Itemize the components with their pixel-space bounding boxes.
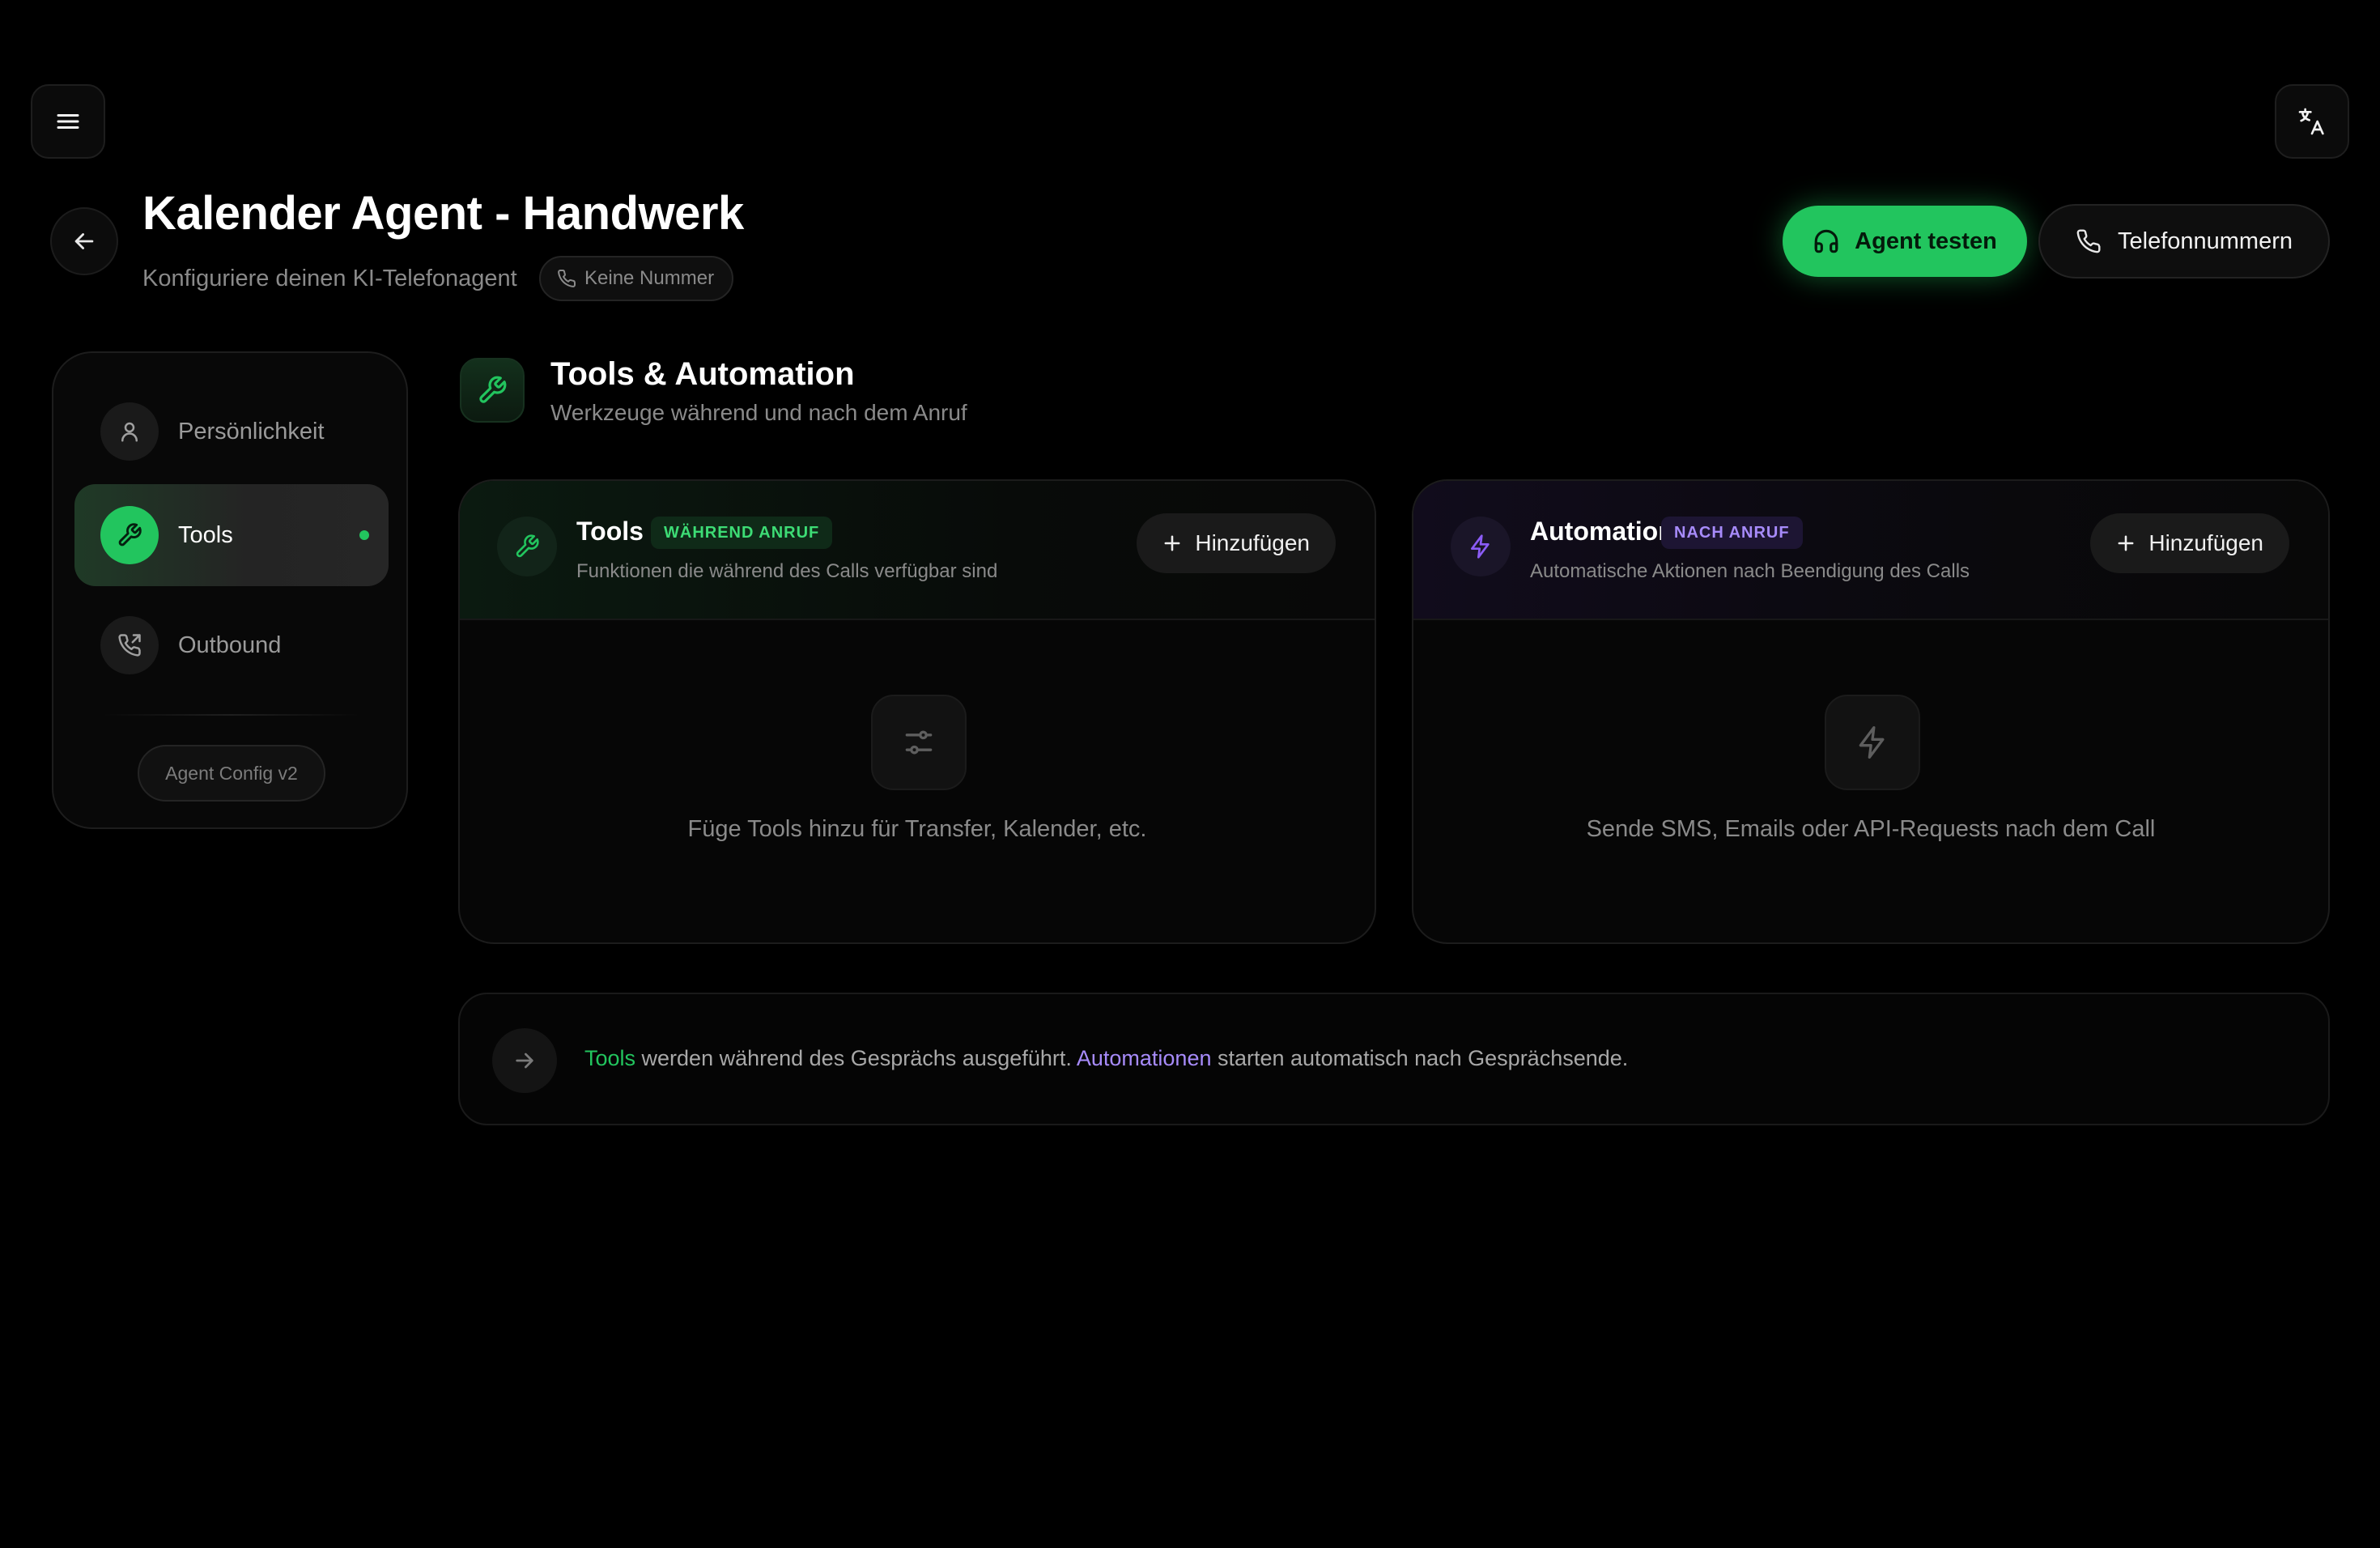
tools-card: Tools WÄHREND ANRUF Funktionen die währe… [458,479,1376,944]
active-indicator [359,530,369,540]
back-button[interactable] [50,207,118,275]
version-badge: Agent Config v2 [138,745,325,802]
menu-button[interactable] [31,84,105,159]
tools-card-title: Tools [576,517,644,546]
sidebar-item-outbound[interactable]: Outbound [74,594,389,696]
add-tool-label: Hinzufügen [1195,530,1310,555]
tools-card-header: Tools WÄHREND ANRUF Funktionen die währe… [460,481,1375,620]
sidebar-item-persoenlichkeit[interactable]: Persönlichkeit [74,381,389,483]
sidebar-item-tools[interactable]: Tools [74,484,389,586]
divider [102,714,361,716]
sliders-icon [871,695,967,790]
section-subtitle: Werkzeuge während und nach dem Anruf [550,400,967,425]
info-middle-text: werden während des Gesprächs ausgeführt. [635,1046,1077,1070]
automation-card-description: Automatische Aktionen nach Beendigung de… [1530,560,1970,582]
wrench-icon [460,358,525,423]
arrow-right-icon [492,1028,557,1093]
wrench-icon [497,517,557,576]
language-button[interactable] [2275,84,2349,159]
headphones-icon [1813,228,1840,255]
automation-empty-text: Sende SMS, Emails oder API-Requests nach… [1586,816,2156,842]
info-tools-word: Tools [584,1046,636,1070]
info-automation-word: Automationen [1076,1046,1212,1070]
tools-card-description: Funktionen die während des Calls verfügb… [576,560,998,582]
lightning-icon [1451,517,1511,576]
arrow-left-icon [70,228,98,255]
automation-card-header: Automation NACH ANRUF Automatische Aktio… [1413,481,2328,620]
section-title: Tools & Automation [550,356,855,392]
phone-number-chip: Keine Nummer [539,256,734,301]
automation-card: Automation NACH ANRUF Automatische Aktio… [1412,479,2330,944]
wrench-icon [100,506,159,564]
lightning-icon [1825,695,1920,790]
phone-numbers-label: Telefonnummern [2118,228,2293,254]
translate-icon [2296,105,2328,138]
user-icon [100,402,159,461]
page-title: Kalender Agent - Handwerk [142,187,744,240]
sidebar-item-label: Tools [178,521,233,548]
status-badge: WÄHREND ANRUF [651,517,833,549]
phone-numbers-button[interactable]: Telefonnummern [2038,204,2330,279]
plus-icon [2114,532,2137,555]
add-automation-label: Hinzufügen [2148,530,2263,555]
add-automation-button[interactable]: Hinzufügen [2090,513,2289,573]
sidebar-item-label: Outbound [178,632,282,658]
page-subtitle: Konfiguriere deinen KI-Telefonagent [142,266,517,291]
sidebar: Persönlichkeit Tools Outbound Agent Conf… [52,351,408,829]
sidebar-item-label: Persönlichkeit [178,418,325,444]
info-text: Tools werden während des Gesprächs ausge… [584,1046,1628,1071]
plus-icon [1161,532,1184,555]
phone-icon [557,269,576,288]
test-agent-button[interactable]: Agent testen [1783,206,2027,277]
automation-card-title: Automation [1530,517,1674,546]
test-agent-label: Agent testen [1855,228,1997,254]
phone-outgoing-icon [100,616,159,674]
phone-number-label: Keine Nummer [584,267,715,289]
info-banner: Tools werden während des Gesprächs ausge… [458,993,2330,1125]
status-badge: NACH ANRUF [1661,517,1803,549]
tools-empty-text: Füge Tools hinzu für Transfer, Kalender,… [687,816,1147,842]
add-tool-button[interactable]: Hinzufügen [1137,513,1336,573]
menu-icon [53,107,83,136]
info-end-text: starten automatisch nach Gesprächsende. [1211,1046,1629,1070]
phone-icon [2076,228,2102,254]
